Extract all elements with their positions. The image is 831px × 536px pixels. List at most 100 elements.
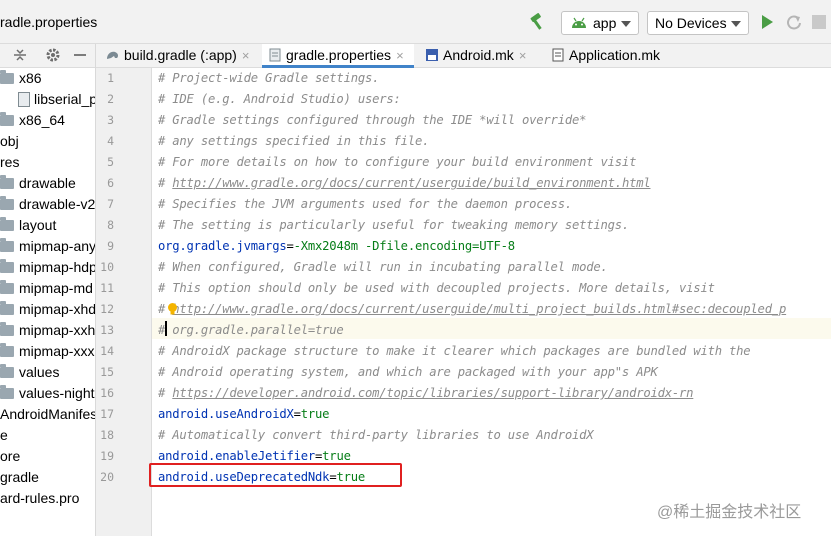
collapse-all-icon[interactable]	[12, 47, 28, 63]
code-token: -Xmx2048m -Dfile.encoding=UTF-8	[293, 239, 515, 253]
tree-item-label: AndroidManifes	[0, 406, 96, 422]
tree-item[interactable]: obj	[0, 131, 19, 151]
tree-item[interactable]: e	[0, 425, 8, 445]
close-icon[interactable]: ×	[519, 45, 527, 67]
code-token: android.useAndroidX	[158, 407, 294, 421]
line-number: 14	[100, 344, 114, 358]
code-line[interactable]: # Android operating system, and which ar…	[158, 362, 658, 383]
gear-icon[interactable]	[45, 47, 61, 63]
tree-item[interactable]: gradle	[0, 467, 39, 487]
code-line[interactable]: # IDE (e.g. Android Studio) users:	[158, 89, 401, 110]
close-icon[interactable]: ×	[242, 45, 250, 67]
tree-item-label: libserial_p	[34, 91, 96, 107]
red-highlight-box	[149, 463, 402, 487]
code-token: # This option should only be used with d…	[158, 281, 715, 295]
folder-icon	[0, 258, 14, 273]
code-line[interactable]: # https://developer.android.com/topic/li…	[158, 383, 694, 404]
code-link[interactable]: http://www.gradle.org/docs/current/userg…	[172, 302, 786, 316]
code-line[interactable]: # any settings specified in this file.	[158, 131, 429, 152]
code-token: # Automatically convert third-party libr…	[158, 428, 594, 442]
code-line[interactable]: # http://www.gradle.org/docs/current/use…	[158, 173, 651, 194]
hammer-build-icon[interactable]	[528, 13, 546, 31]
toolbar-top-icons-strip	[0, 0, 831, 5]
code-token: =	[293, 407, 301, 421]
code-line[interactable]: android.useAndroidX=true	[158, 404, 330, 425]
code-token: # Project-wide Gradle settings.	[158, 71, 380, 85]
minimize-icon[interactable]	[72, 47, 88, 63]
line-number: 17	[100, 407, 114, 421]
tree-item[interactable]: drawable-v24	[0, 194, 95, 214]
code-link[interactable]: http://www.gradle.org/docs/current/userg…	[172, 176, 650, 190]
file-icon	[552, 48, 564, 62]
tab-label: build.gradle (:app)	[124, 47, 237, 63]
code-line[interactable]: # Specifies the JVM arguments used for t…	[158, 194, 572, 215]
code-line[interactable]: # AndroidX package structure to make it …	[158, 341, 751, 362]
tree-item[interactable]: mipmap-xhd	[0, 299, 95, 319]
tab-application-mk[interactable]: Application.mk	[546, 44, 676, 68]
cpp-file-icon	[426, 49, 438, 62]
tree-item[interactable]: mipmap-md	[0, 278, 93, 298]
device-label: No Devices	[655, 15, 727, 31]
tree-item[interactable]: x86_64	[0, 110, 65, 130]
code-line[interactable]: # Automatically convert third-party libr…	[158, 425, 594, 446]
code-line[interactable]: # For more details on how to configure y…	[158, 152, 636, 173]
code-token: true	[300, 407, 330, 421]
tree-item[interactable]: ard-rules.pro	[0, 488, 79, 508]
tab-android-mk[interactable]: Android.mk ×	[420, 44, 540, 68]
line-number: 8	[107, 218, 114, 232]
code-line[interactable]: org.gradle.jvmargs=-Xmx2048m -Dfile.enco…	[158, 236, 515, 257]
code-token: # Android operating system, and which ar…	[158, 365, 658, 379]
run-configuration-dropdown[interactable]: app	[561, 11, 639, 35]
code-line[interactable]: # When configured, Gradle will run in in…	[158, 257, 608, 278]
run-play-icon[interactable]	[762, 15, 773, 29]
tree-item[interactable]: layout	[0, 215, 56, 235]
tab-label: gradle.properties	[286, 47, 392, 63]
tree-item[interactable]: res	[0, 152, 19, 172]
file-icon	[18, 91, 30, 107]
tree-item[interactable]: mipmap-xxh	[0, 320, 95, 340]
chevron-down-icon	[731, 21, 741, 27]
tree-item[interactable]: libserial_p	[18, 89, 96, 109]
folder-icon	[0, 216, 14, 231]
tab-gradle-properties[interactable]: gradle.properties ×	[262, 44, 414, 68]
code-line[interactable]: # Gradle settings configured through the…	[158, 110, 586, 131]
line-number: 13	[100, 323, 114, 337]
tree-item[interactable]: ore	[0, 446, 20, 466]
tree-item[interactable]: x86	[0, 68, 42, 88]
tree-item[interactable]: mipmap-hdp	[0, 257, 95, 277]
folder-icon	[0, 384, 14, 399]
tree-item-label: ore	[0, 448, 21, 464]
tree-item[interactable]: AndroidManifes	[0, 404, 96, 424]
code-token: #	[158, 176, 173, 190]
line-number: 15	[100, 365, 114, 379]
apply-changes-restart-icon[interactable]	[786, 14, 802, 30]
folder-icon	[0, 195, 14, 210]
project-panel-header	[0, 44, 95, 68]
folder-icon	[0, 363, 14, 378]
tree-item[interactable]: values	[0, 362, 59, 382]
code-line[interactable]: # Project-wide Gradle settings.	[158, 68, 379, 89]
tree-item-label: x86_64	[19, 112, 65, 128]
tree-item-label: ard-rules.pro	[0, 490, 80, 506]
code-line[interactable]: # This option should only be used with d…	[158, 278, 715, 299]
tree-item[interactable]: drawable	[0, 173, 76, 193]
code-line[interactable]: # org.gradle.parallel=true	[158, 320, 344, 341]
tree-item[interactable]: values-night	[0, 383, 95, 403]
device-dropdown[interactable]: No Devices	[647, 11, 749, 35]
folder-icon	[0, 321, 14, 336]
folder-icon	[0, 69, 14, 84]
code-line[interactable]: # The setting is particularly useful for…	[158, 215, 629, 236]
tree-item-label: drawable	[19, 175, 76, 191]
code-line[interactable]: # http://www.gradle.org/docs/current/use…	[158, 299, 786, 320]
stop-icon[interactable]	[812, 15, 826, 29]
tab-build-gradle[interactable]: build.gradle (:app) ×	[102, 44, 260, 68]
breadcrumb-file-name[interactable]: radle.properties	[0, 14, 97, 30]
close-icon[interactable]: ×	[396, 45, 404, 67]
code-link[interactable]: https://developer.android.com/topic/libr…	[172, 386, 693, 400]
code-token: # IDE (e.g. Android Studio) users:	[158, 92, 401, 106]
code-token: true	[322, 449, 351, 463]
lightbulb-icon[interactable]	[166, 302, 179, 316]
tree-item[interactable]: mipmap-any	[0, 236, 95, 256]
tree-item[interactable]: mipmap-xxxh	[0, 341, 95, 361]
line-number: 5	[107, 155, 114, 169]
